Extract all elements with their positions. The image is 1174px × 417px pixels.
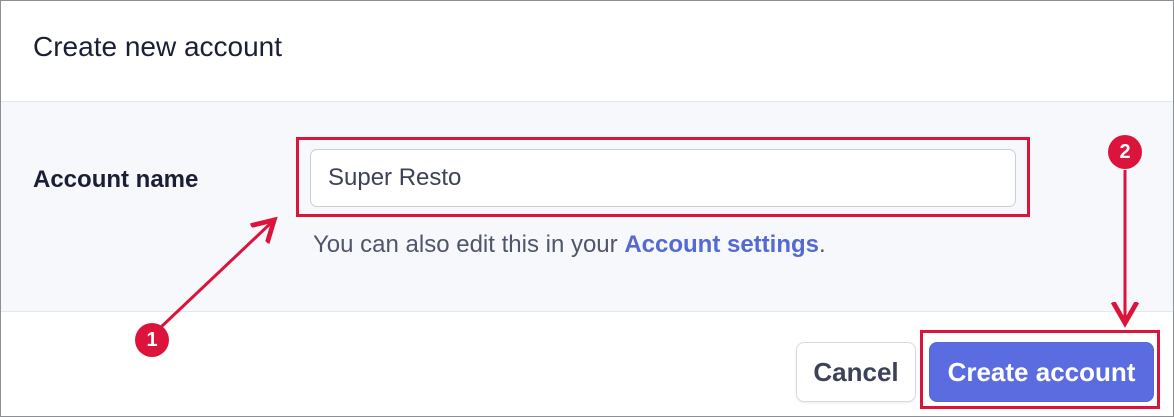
step-1-badge: 1 — [135, 323, 169, 357]
step-2-badge: 2 — [1108, 135, 1142, 169]
arrow-1 — [158, 222, 272, 330]
annotation-arrows — [158, 170, 1174, 330]
